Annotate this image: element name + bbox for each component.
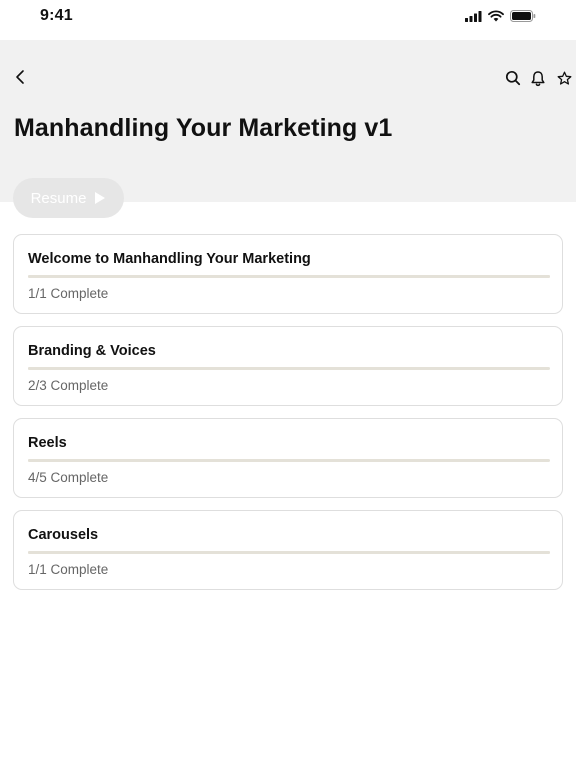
- search-icon: [505, 70, 521, 86]
- section-title: Welcome to Manhandling Your Marketing: [28, 251, 311, 267]
- status-icons: [465, 10, 536, 22]
- section-card[interactable]: Carousels 1/1 Complete: [13, 510, 563, 590]
- chevron-left-icon: [16, 70, 24, 84]
- section-progress-track: [28, 367, 550, 370]
- section-status: 2/3 Complete: [28, 378, 109, 393]
- section-list: Welcome to Manhandling Your Marketing 1/…: [13, 234, 563, 602]
- play-icon: [95, 192, 106, 204]
- section-progress-fill: [28, 459, 446, 462]
- section-progress-track: [28, 275, 550, 278]
- search-button[interactable]: [501, 66, 525, 90]
- section-status: 1/1 Complete: [28, 286, 109, 301]
- status-time: 9:41: [40, 7, 73, 24]
- section-progress-fill: [28, 367, 377, 370]
- section-progress-track: [28, 459, 550, 462]
- section-title: Carousels: [28, 527, 99, 543]
- section-title: Branding & Voices: [28, 343, 156, 359]
- section-card[interactable]: Welcome to Manhandling Your Marketing 1/…: [13, 234, 563, 314]
- section-title: Reels: [28, 435, 67, 451]
- page-title: Manhandling Your Marketing v1: [14, 114, 393, 142]
- favorite-button[interactable]: [552, 66, 576, 90]
- star-icon: [557, 71, 571, 85]
- resume-button[interactable]: Resume: [13, 178, 124, 218]
- section-status: 4/5 Complete: [28, 470, 109, 485]
- wifi-icon: [488, 10, 504, 22]
- section-progress-fill: [28, 275, 550, 278]
- section-progress-fill: [28, 551, 550, 554]
- section-progress-track: [28, 551, 550, 554]
- section-card[interactable]: Branding & Voices 2/3 Complete: [13, 326, 563, 406]
- bell-icon: [531, 70, 545, 86]
- cellular-signal-icon: [465, 10, 482, 22]
- section-status: 1/1 Complete: [28, 562, 109, 577]
- resume-label: Resume: [30, 189, 87, 207]
- status-bar: 9:41: [0, 0, 576, 40]
- back-button[interactable]: [8, 65, 32, 89]
- battery-icon: [510, 10, 536, 22]
- notifications-button[interactable]: [526, 66, 550, 90]
- section-card[interactable]: Reels 4/5 Complete: [13, 418, 563, 498]
